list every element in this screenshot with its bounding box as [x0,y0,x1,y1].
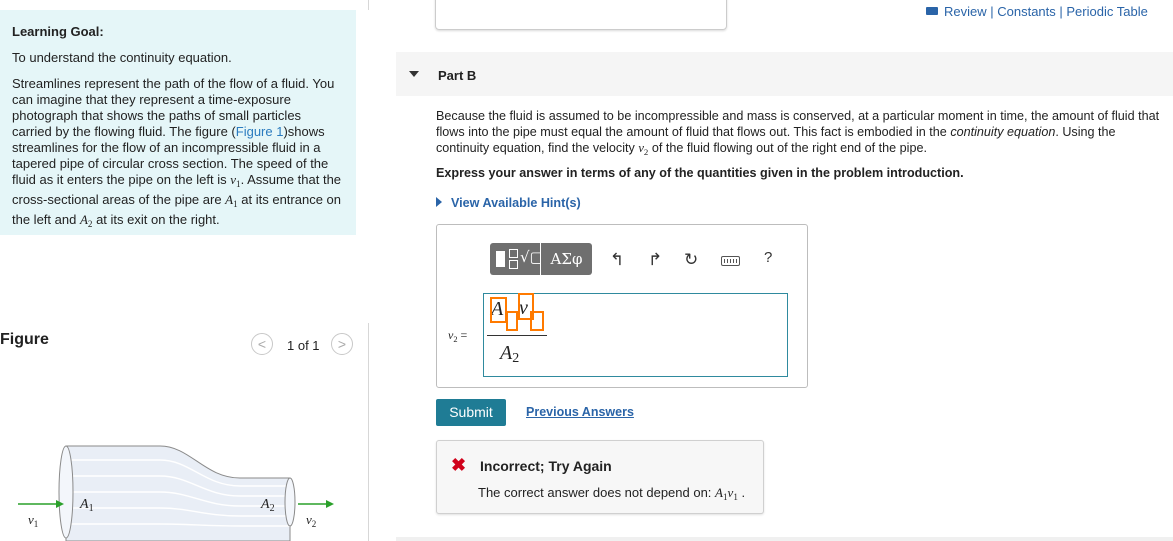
feedback-text: The correct answer does not depend on: [478,485,716,500]
figure-pager-count: 1 of 1 [287,338,320,353]
redo-icon[interactable]: ↱ [648,250,662,270]
answer-instructions: Express your answer in terms of any of t… [436,166,964,180]
fraction-bar [487,335,547,336]
figure-heading: Figure [0,331,49,348]
keyboard-icon[interactable] [721,256,740,266]
collapse-caret-icon[interactable] [409,71,419,77]
placeholder-box[interactable] [490,297,507,323]
part-b-header[interactable] [396,52,1173,96]
template-box-icon [496,251,505,267]
pipe-figure: A1 A2 v1 v2 [18,445,334,541]
v2-symbol: v2 [638,141,649,157]
question-emphasis: continuity equation [950,125,1056,139]
link-separator: | [1055,4,1067,19]
learning-goal-title: Learning Goal: [12,24,104,39]
template-box-icon [509,249,518,258]
a2-symbol: A2 [79,212,93,229]
pipe-inlet-ellipse [58,445,74,539]
learning-goal-text: Streamlines represent the path of the fl… [12,76,342,232]
answer-lhs-label: v2 = [448,328,468,344]
a1-symbol: A1 [225,192,238,209]
figure-prev-button[interactable]: < [251,333,273,355]
feedback-symbols: A1v1 [715,485,738,502]
goal-text-part: at its exit on the right. [92,212,220,227]
book-icon [926,7,938,15]
periodic-table-link[interactable]: Periodic Table [1066,4,1147,19]
column-divider [368,0,369,10]
submit-button[interactable]: Submit [436,399,506,426]
undo-icon[interactable]: ↰ [610,250,624,270]
v1-symbol: v1 [230,172,241,189]
link-separator: | [986,4,998,19]
feedback-message: The correct answer does not depend on: A… [478,485,745,502]
reset-icon[interactable]: ↻ [684,250,698,270]
column-divider [368,323,369,541]
previous-answers-link[interactable]: Previous Answers [526,405,634,419]
denominator-expression: A2 [500,342,520,366]
next-part-header [396,537,1173,541]
placeholder-box[interactable] [506,311,518,331]
feedback-text: . [737,485,746,500]
pipe-outlet-ellipse [284,477,296,527]
question-part: of the fluid flowing out of the right en… [648,141,927,155]
part-b-title: Part B [438,68,477,83]
fig-label-v1: v1 [28,512,38,529]
hints-label: View Available Hint(s) [451,196,581,210]
placeholder-box[interactable] [530,311,544,331]
question-text: Because the fluid is assumed to be incom… [436,108,1168,160]
figure-next-button[interactable]: > [331,333,353,355]
figure-link[interactable]: Figure 1 [236,124,284,139]
top-links: Review | Constants | Periodic Table [926,4,1148,19]
feedback-title: Incorrect; Try Again [480,458,612,474]
review-link[interactable]: Review [944,4,987,19]
constants-link[interactable]: Constants [997,4,1056,19]
incorrect-icon: ✖ [451,455,467,475]
greek-symbols-button[interactable]: ΑΣφ [541,243,592,275]
learning-goal-intro: To understand the continuity equation. [12,50,232,65]
previous-part-box [435,0,727,30]
view-hints-link[interactable]: View Available Hint(s) [436,196,581,210]
fig-label-v2: v2 [306,512,316,529]
outlet-arrow-head [326,500,334,508]
help-button[interactable]: ? [764,249,772,266]
template-box-icon [509,260,518,269]
feedback-box [436,440,764,514]
caret-right-icon [436,197,442,207]
